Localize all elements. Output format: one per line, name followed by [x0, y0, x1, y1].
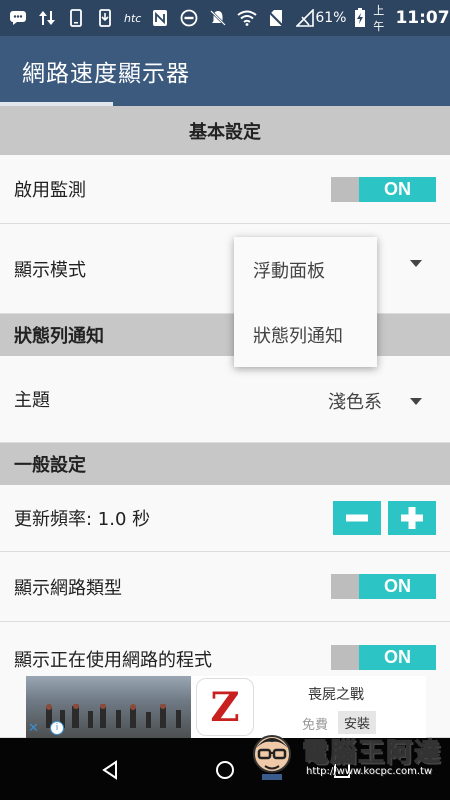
minus-icon: [346, 514, 368, 522]
plus-icon: [401, 507, 423, 529]
watermark-url: http://www.kocpc.com.tw: [306, 766, 433, 777]
battery-percent: 61%: [315, 10, 347, 26]
setting-label: 顯示模式: [14, 259, 86, 281]
app-title: 網路速度顯示器: [22, 61, 190, 87]
chevron-down-icon: [410, 397, 422, 405]
section-title: 一般設定: [14, 455, 86, 476]
theme-value: 淺色系: [328, 392, 382, 413]
wifi-icon: [237, 8, 257, 28]
htc-logo: htc: [124, 11, 142, 25]
enable-monitor-toggle[interactable]: ON: [331, 176, 436, 202]
app-bar: 網路速度顯示器: [0, 36, 450, 106]
setting-row-enable-monitor[interactable]: 啟用監測 ON: [0, 155, 450, 224]
ad-image[interactable]: ✕ i: [26, 676, 191, 738]
chevron-down-icon: [410, 259, 422, 267]
section-header-basic: 基本設定: [0, 106, 450, 155]
decrease-button[interactable]: [333, 501, 381, 535]
data-transfer-icon: [37, 8, 57, 28]
section-title: 狀態列通知: [14, 326, 104, 347]
watermark-mascot-icon: [253, 735, 291, 780]
section-title: 基本設定: [189, 121, 261, 143]
section-header-statusbar-notify: 狀態列通知: [0, 314, 450, 356]
show-network-type-toggle[interactable]: ON: [331, 574, 436, 599]
toggle-on-label: ON: [359, 645, 436, 670]
mute-icon: [208, 8, 228, 28]
home-icon: [216, 761, 234, 779]
toggle-track: [331, 645, 359, 670]
toggle-track: [331, 176, 359, 202]
toggle-on-label: ON: [359, 176, 436, 202]
setting-label: 啟用監測: [14, 180, 86, 201]
setting-label: 更新頻率: 1.0 秒: [14, 509, 151, 530]
setting-row-show-network-type[interactable]: 顯示網路類型 ON: [0, 552, 450, 622]
toggle-track: [331, 574, 359, 599]
battery-charging-icon: [352, 8, 367, 28]
back-button[interactable]: [96, 756, 124, 784]
back-icon: [102, 760, 117, 780]
home-button[interactable]: [211, 756, 239, 784]
signal-icon: [295, 8, 315, 28]
zombie-logo-icon: Z: [210, 683, 240, 731]
ad-info-icon[interactable]: i: [50, 721, 64, 735]
phone-icon: [66, 8, 86, 28]
update-rate-stepper: [333, 501, 436, 535]
toggle-on-label: ON: [359, 574, 436, 599]
clock-time: 11:07: [395, 8, 450, 28]
menu-item-statusbar-notification[interactable]: 狀態列通知: [234, 302, 377, 367]
nfc-icon: [150, 8, 170, 28]
download-icon: [95, 8, 115, 28]
section-header-general: 一般設定: [0, 443, 450, 485]
setting-label: 主題: [14, 390, 50, 411]
setting-row-theme[interactable]: 主題 淺色系: [0, 356, 450, 443]
watermark-name: 電腦王阿達: [301, 738, 443, 769]
do-not-disturb-icon: [179, 8, 199, 28]
setting-label: 顯示正在使用網路的程式: [14, 650, 212, 671]
menu-item-floating-panel[interactable]: 浮動面板: [234, 237, 377, 302]
no-sim-icon: [266, 8, 286, 28]
theme-dropdown[interactable]: 淺色系: [328, 388, 422, 414]
status-bar: htc 61% 上午 11:07: [0, 0, 450, 36]
show-apps-toggle[interactable]: ON: [331, 645, 436, 670]
clock-ampm: 上午: [373, 4, 385, 33]
chat-icon: [8, 8, 28, 28]
setting-row-update-rate: 更新頻率: 1.0 秒: [0, 485, 450, 552]
increase-button[interactable]: [388, 501, 436, 535]
ad-close-icon[interactable]: ✕: [28, 721, 39, 736]
setting-row-display-mode[interactable]: 顯示模式: [0, 224, 450, 314]
watermark: 電腦王阿達 http://www.kocpc.com.tw: [246, 728, 450, 790]
display-mode-popup-menu: 浮動面板 狀態列通知: [234, 237, 377, 367]
ad-title: 喪屍之戰: [308, 687, 364, 703]
setting-label: 顯示網路類型: [14, 577, 122, 599]
